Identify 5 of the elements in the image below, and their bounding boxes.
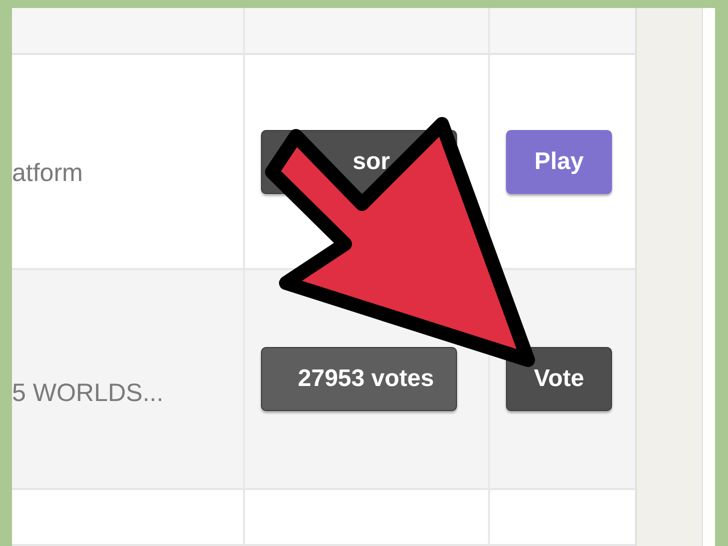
votes-button[interactable]: 27953 votes xyxy=(261,347,457,411)
vote-button[interactable]: Vote xyxy=(506,347,612,411)
item-title: 5 WORLDS... xyxy=(12,379,164,408)
play-button[interactable]: Play xyxy=(506,130,612,194)
item-title: atform xyxy=(12,159,83,188)
